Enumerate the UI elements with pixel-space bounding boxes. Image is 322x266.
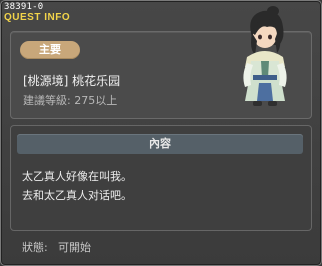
quest-id: 38391-0 bbox=[4, 2, 44, 12]
quest-type-tag: 主要 bbox=[20, 41, 80, 59]
npc-portrait-icon bbox=[243, 6, 287, 106]
status-label: 狀態: bbox=[22, 241, 48, 254]
recommended-level: 建議等級: 275以上 bbox=[23, 94, 118, 107]
content-line: 太乙真人好像在叫我。 bbox=[22, 170, 132, 183]
content-header: 內容 bbox=[17, 134, 303, 154]
content-line: 去和太乙真人对话吧。 bbox=[22, 189, 132, 202]
quest-info-window: 38391-0 QUEST INFO 主要 [桃源境] 桃花乐园 建議等級: 2… bbox=[0, 0, 322, 266]
window-title: QUEST INFO bbox=[4, 12, 71, 23]
quest-name: [桃源境] 桃花乐园 bbox=[23, 74, 121, 88]
status-value: 可開始 bbox=[58, 241, 91, 254]
